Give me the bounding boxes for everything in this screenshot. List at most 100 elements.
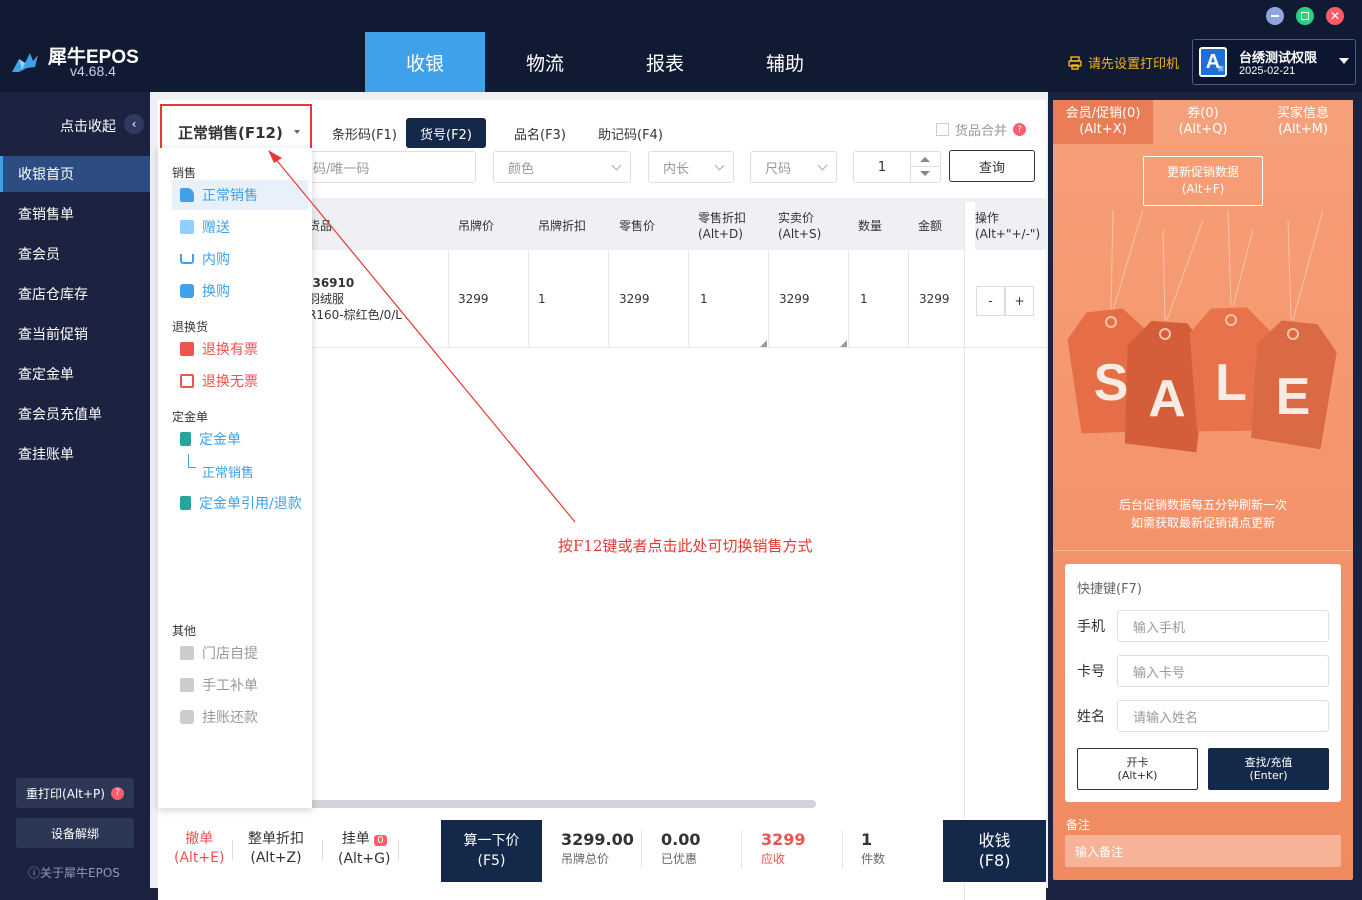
hold-order-button[interactable]: 挂单 0 (Alt+G) (338, 830, 390, 869)
menu-item-deposit[interactable]: 定金单 (172, 424, 308, 454)
device-unbind-button[interactable]: 设备解绑 (16, 818, 134, 848)
menu-item-manual-entry[interactable]: 手工补单 (172, 670, 308, 700)
inner-length-select[interactable]: 内长 (648, 151, 734, 183)
tab-item-code[interactable]: 货号(F2) (406, 118, 486, 148)
decrement-icon[interactable] (920, 171, 930, 176)
sale-letter: E (1276, 368, 1311, 426)
remark-input[interactable]: 输入备注 (1065, 835, 1341, 867)
sidebar-item-sales-orders[interactable]: 查销售单 (0, 196, 150, 232)
nav-tab-reports[interactable]: 报表 (605, 32, 725, 92)
merge-items-toggle[interactable]: 货品合并 ? (936, 120, 1027, 139)
name-input[interactable]: 请输入姓名 (1117, 700, 1329, 732)
merge-label: 货品合并 (955, 124, 1008, 139)
sidebar-item-inventory[interactable]: 查店仓库存 (0, 276, 150, 312)
increment-icon[interactable] (920, 157, 930, 162)
chevron-down-icon (714, 160, 725, 171)
chevron-down-icon (611, 160, 622, 171)
sale-letter: A (1148, 370, 1186, 428)
col-tag-price: 吊牌价 (458, 219, 495, 233)
reprint-button[interactable]: 重打印(Alt+P)? (16, 778, 134, 808)
tab-barcode[interactable]: 条形码(F1) (318, 118, 411, 148)
minimize-icon (1271, 15, 1279, 17)
tag-icon (180, 188, 194, 202)
user-avatar: A新 (1199, 47, 1227, 77)
document-list-icon (180, 496, 191, 510)
menu-item-gift[interactable]: 赠送 (172, 212, 308, 242)
tab-buyer-info[interactable]: 买家信息 (Alt+M) (1253, 100, 1353, 144)
menu-item-deposit-refund[interactable]: 定金单引用/退款 (172, 488, 308, 518)
quantity-stepper[interactable]: 1 (853, 151, 941, 183)
sidebar-item-recharges[interactable]: 查会员充值单 (0, 396, 150, 432)
sale-mode-dropdown: 销售 正常销售 赠送 内购 换购 退换货 退换有票 退换无票 定金单 定金单 正… (158, 148, 312, 808)
sidebar-item-deposits[interactable]: 查定金单 (0, 356, 150, 392)
chevron-left-icon[interactable]: ‹ (124, 114, 144, 134)
phone-input[interactable]: 输入手机 (1117, 610, 1329, 642)
member-lookup-card: 快捷键(F7) 手机 输入手机 卡号 输入卡号 姓名 请输入姓名 开卡 (Alt+… (1065, 564, 1341, 802)
collapse-label[interactable]: 点击收起 (60, 116, 116, 136)
col-retail-discount: 零售折扣 (Alt+D) (698, 211, 747, 241)
nav-tab-cashier[interactable]: 收银 (365, 32, 485, 92)
user-menu[interactable]: A新 台绣测试权限 2025-02-21 (1192, 39, 1356, 85)
annotation-text: 按F12键或者点击此处可切换销售方式 (558, 537, 813, 555)
restore-button[interactable] (1296, 7, 1314, 25)
help-icon: ? (110, 786, 124, 800)
tree-connector (188, 454, 196, 468)
close-button[interactable]: ✕ (1326, 7, 1344, 25)
tab-coupons[interactable]: 券(0) (Alt+Q) (1153, 100, 1253, 144)
sale-mode-label: 正常销售(F12) (178, 124, 283, 142)
cell-amount: 3299 (919, 292, 950, 306)
menu-item-return-with-receipt[interactable]: 退换有票 (172, 334, 308, 364)
decrease-quantity-button[interactable]: - (976, 286, 1005, 316)
store-icon (180, 646, 194, 660)
user-date: 2025-02-21 (1239, 65, 1296, 77)
cancel-order-button[interactable]: 撤单 (Alt+E) (174, 830, 224, 868)
calculate-price-button[interactable]: 算一下价 (F5) (441, 820, 542, 882)
nav-tab-assist[interactable]: 辅助 (725, 32, 845, 92)
menu-item-store-pickup[interactable]: 门店自提 (172, 638, 308, 668)
refresh-promotions-button[interactable]: 更新促销数据 (Alt+F) (1143, 156, 1263, 206)
find-recharge-button[interactable]: 查找/充值 (Enter) (1208, 748, 1329, 790)
hold-count-badge: 0 (374, 835, 387, 846)
gift-icon (180, 220, 194, 234)
barcode-input[interactable]: 码/唯一码 (298, 151, 476, 183)
sidebar-item-promotions[interactable]: 查当前促销 (0, 316, 150, 352)
cell-actual-price[interactable]: 3299 (779, 250, 810, 348)
menu-item-credit-repayment[interactable]: 挂账还款 (172, 702, 308, 732)
sidebar-item-members[interactable]: 查会员 (0, 236, 150, 272)
table-row-item[interactable]: J36910 羽绒服 R160-棕红色/0/L (308, 250, 402, 348)
printer-icon (1068, 55, 1082, 70)
printer-warning-label: 请先设置打印机 (1088, 57, 1180, 72)
color-select[interactable]: 颜色 (493, 151, 631, 183)
order-discount-button[interactable]: 整单折扣 (Alt+Z) (248, 830, 304, 868)
menu-item-return-without-receipt[interactable]: 退换无票 (172, 366, 308, 396)
tab-mnemonic[interactable]: 助记码(F4) (584, 118, 677, 148)
query-button[interactable]: 查询 (949, 150, 1035, 182)
nav-tab-logistics[interactable]: 物流 (485, 32, 605, 92)
menu-item-exchange-purchase[interactable]: 换购 (172, 276, 308, 306)
receipt-icon (180, 342, 194, 356)
tab-item-name[interactable]: 品名(F3) (500, 118, 580, 148)
checkout-button[interactable]: 收钱 (F8) (943, 820, 1046, 882)
card-number-input[interactable]: 输入卡号 (1117, 655, 1329, 687)
printer-warning[interactable]: 请先设置打印机 (1068, 53, 1179, 72)
sidebar-item-home[interactable]: 收银首页 (0, 156, 150, 192)
right-panel: 会员/促销(0) (Alt+X) 券(0) (Alt+Q) 买家信息 (Alt+M) … (1053, 100, 1353, 880)
title-bar: 犀牛EPOS v4.68.4 收银 物流 报表 辅助 请先设置打印机 A新 台绣… (0, 0, 1362, 92)
cell-quantity: 1 (860, 292, 868, 306)
sidebar-item-credit[interactable]: 查挂账单 (0, 436, 150, 472)
minimize-button[interactable] (1266, 7, 1284, 25)
open-card-button[interactable]: 开卡 (Alt+K) (1077, 748, 1198, 790)
size-select[interactable]: 尺码 (750, 151, 837, 183)
tab-member-promotion[interactable]: 会员/促销(0) (Alt+X) (1053, 100, 1153, 144)
increase-quantity-button[interactable]: + (1005, 286, 1034, 316)
cell-retail-price: 3299 (619, 292, 650, 306)
menu-item-internal-purchase[interactable]: 内购 (172, 244, 308, 274)
tag-total: 3299.00 吊牌总价 (561, 830, 634, 866)
merge-checkbox[interactable] (936, 123, 949, 136)
cart-icon (180, 254, 194, 264)
menu-item-normal-sale[interactable]: 正常销售 (172, 180, 308, 210)
cell-retail-discount[interactable]: 1 (700, 250, 708, 348)
sale-letter: S (1094, 354, 1129, 412)
about-link[interactable]: ⓘ关于犀牛EPOS (28, 864, 120, 881)
col-operations: 操作 (Alt+"+/-") (975, 202, 1047, 250)
